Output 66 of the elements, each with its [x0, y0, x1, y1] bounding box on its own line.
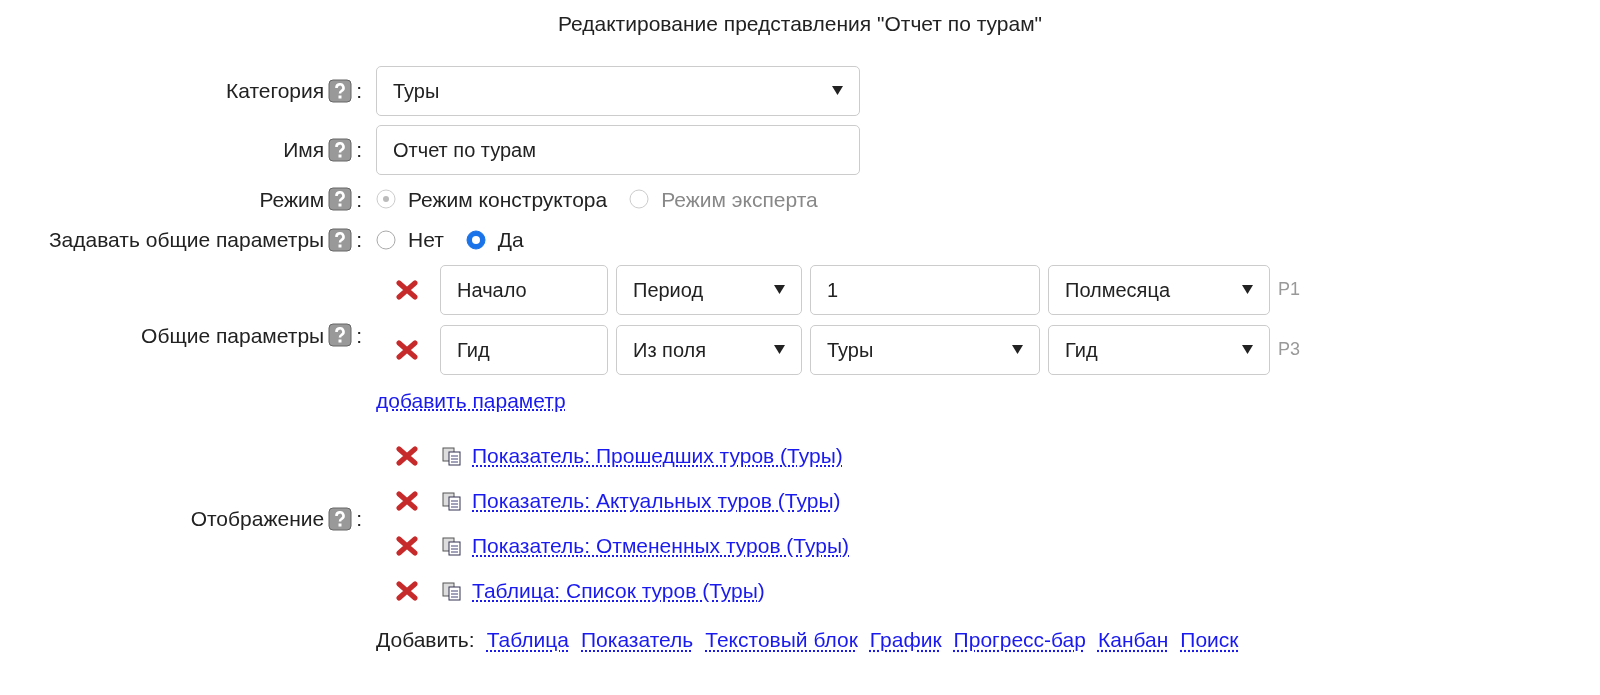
copy-icon[interactable] [442, 580, 462, 601]
colon-label: : [356, 136, 362, 163]
display-item-link[interactable]: Показатель: Отмененных туров (Туры) [472, 529, 850, 562]
page-title: Редактирование представления "Отчет по турам" [556, 11, 1044, 37]
copy-icon[interactable] [442, 445, 462, 466]
radio-label: Да [497, 227, 524, 253]
add-label: Добавить: [376, 627, 475, 653]
field-label: Имя [283, 136, 325, 163]
field-label: Режим [259, 186, 325, 213]
colon-label: : [356, 77, 362, 104]
select-field[interactable]: Туры [810, 324, 1040, 375]
add-link[interactable]: Канбан [1098, 624, 1169, 656]
add-link[interactable]: График [869, 624, 942, 656]
select-field[interactable]: Полмесяца [1048, 264, 1270, 315]
input-field[interactable]: Гид [440, 324, 608, 375]
input-field[interactable]: Начало [440, 264, 608, 315]
radio-label: Режим эксперта [661, 186, 818, 213]
delete-icon[interactable] [396, 535, 418, 556]
add-parameter-link[interactable]: добавить параметр [376, 388, 566, 412]
add-link[interactable]: Показатель [581, 624, 694, 656]
caret-icon [1012, 345, 1023, 354]
add-link[interactable]: Таблица [486, 624, 569, 656]
delete-icon[interactable] [396, 445, 418, 466]
caret-icon [1242, 345, 1253, 354]
select-field[interactable]: Из поля [616, 324, 802, 375]
delete-icon[interactable] [396, 339, 418, 360]
caret-icon [774, 285, 785, 294]
field-label: Отображение [190, 506, 325, 533]
caret-icon [774, 345, 785, 354]
field-label: Категория [226, 77, 325, 104]
add-link[interactable]: Текстовый блок [705, 624, 858, 656]
help-icon[interactable] [328, 187, 353, 212]
add-link[interactable]: Поиск [1180, 624, 1239, 656]
colon-label: : [356, 186, 362, 213]
colon-label: : [356, 506, 362, 533]
select-field[interactable]: Период [616, 264, 802, 315]
delete-icon[interactable] [396, 580, 418, 601]
help-icon[interactable] [328, 507, 353, 531]
radio-label: Режим конструктора [408, 186, 608, 213]
display-item-link[interactable]: Показатель: Прошедших туров (Туры) [472, 439, 843, 472]
radio-label: Нет [408, 227, 444, 253]
help-icon[interactable] [328, 323, 353, 348]
field-label: Задавать общие параметры [48, 227, 325, 253]
parameter-tag: P3 [1278, 336, 1301, 363]
select-field[interactable]: Гид [1048, 324, 1270, 375]
caret-icon [832, 86, 843, 95]
colon-label: : [356, 322, 362, 349]
colon-label: : [356, 227, 362, 253]
help-icon[interactable] [328, 227, 353, 252]
help-icon[interactable] [328, 137, 353, 162]
copy-icon[interactable] [442, 490, 462, 511]
delete-icon[interactable] [396, 490, 418, 511]
input-field[interactable]: Отчет по турам [376, 124, 860, 175]
parameter-tag: P1 [1278, 276, 1301, 303]
copy-icon[interactable] [442, 535, 462, 556]
help-icon[interactable] [328, 78, 353, 103]
display-item-link[interactable]: Показатель: Актуальных туров (Туры) [472, 484, 841, 517]
field-label: Общие параметры [141, 322, 325, 349]
caret-icon [1242, 285, 1253, 294]
add-link[interactable]: Прогресс-бар [953, 624, 1086, 656]
radio-button[interactable] [465, 229, 486, 250]
input-field[interactable]: 1 [810, 264, 1040, 315]
display-item-link[interactable]: Таблица: Список туров (Туры) [472, 574, 765, 607]
delete-icon[interactable] [396, 279, 418, 300]
select-field[interactable]: Туры [376, 65, 860, 116]
radio-button[interactable] [376, 229, 396, 250]
